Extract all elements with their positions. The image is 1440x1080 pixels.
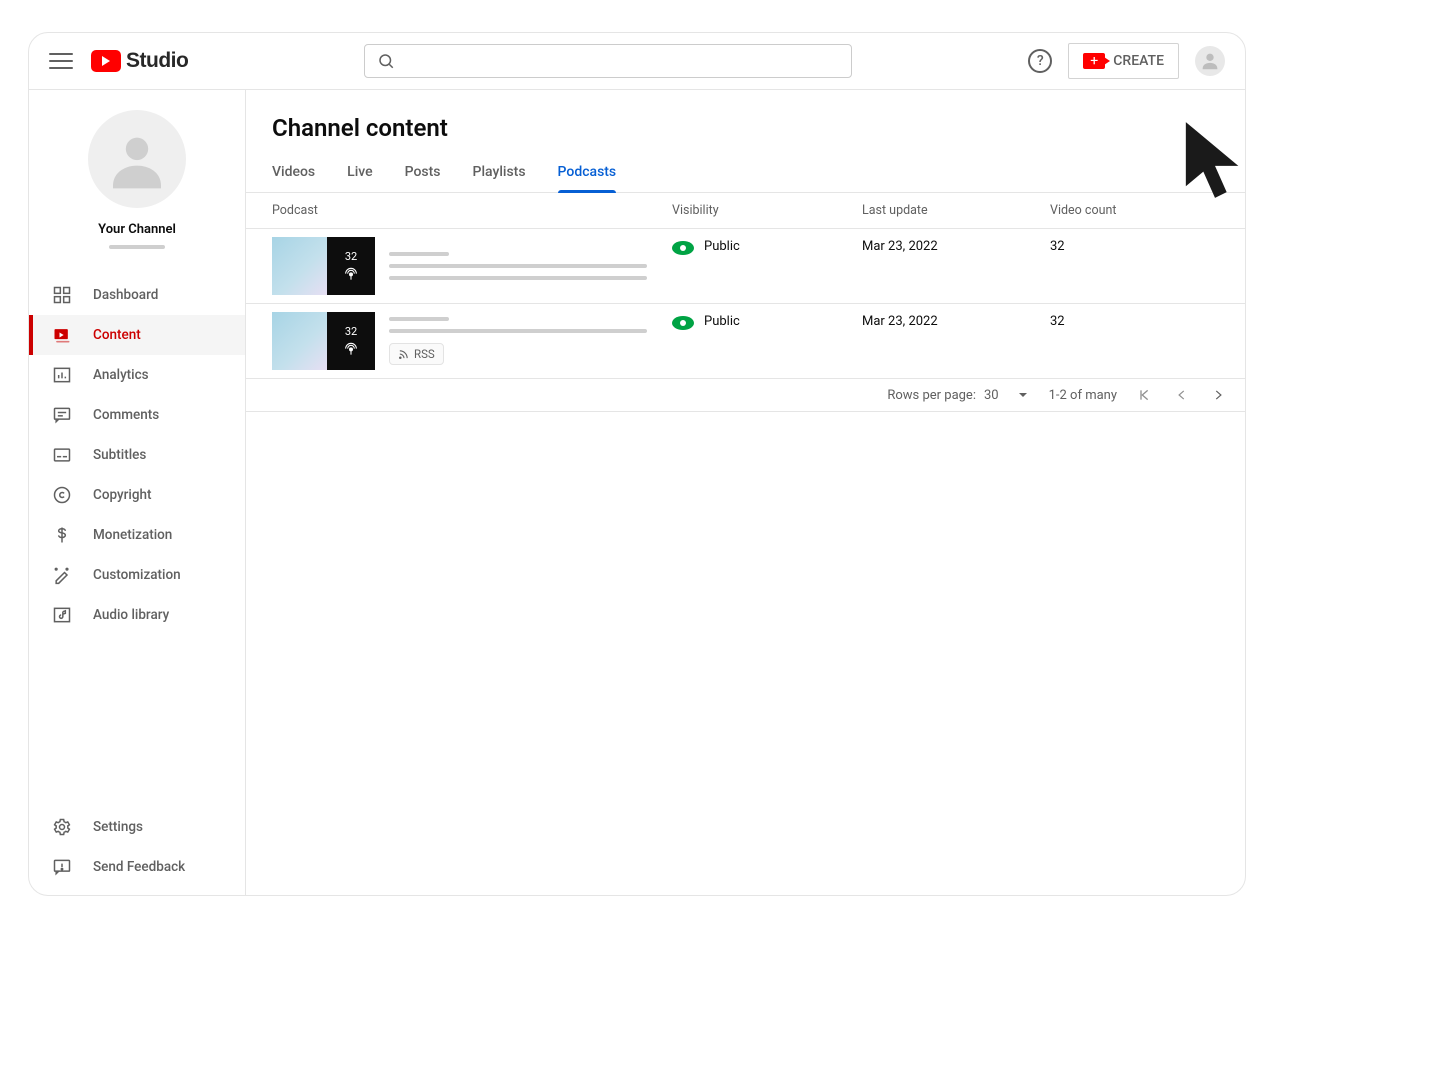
sidebar-item-label: Content [93, 327, 141, 343]
sidebar-item-content[interactable]: Content [29, 315, 245, 355]
column-podcast: Podcast [272, 203, 672, 218]
create-button[interactable]: + CREATE [1068, 43, 1179, 79]
desc-placeholder [389, 276, 647, 280]
studio-logo[interactable]: Studio [91, 49, 188, 73]
title-placeholder [389, 252, 449, 256]
visibility-label: Public [704, 314, 740, 329]
page-title: Channel content [246, 90, 1245, 152]
visibility-public-icon [672, 316, 694, 330]
channel-subtitle-placeholder [109, 245, 165, 249]
customization-icon [51, 564, 73, 586]
sidebar-item-monetization[interactable]: Monetization [29, 515, 245, 555]
table-row[interactable]: 32 RSS [246, 304, 1245, 379]
gear-icon [51, 816, 73, 838]
channel-name: Your Channel [98, 222, 176, 237]
rows-per-page-label: Rows per page: [887, 388, 976, 403]
rows-per-page-select[interactable]: 30 [984, 388, 1029, 403]
sidebar-item-dashboard[interactable]: Dashboard [29, 275, 245, 315]
channel-avatar[interactable] [88, 110, 186, 208]
audio-library-icon [51, 604, 73, 626]
youtube-play-icon [91, 50, 121, 72]
visibility-label: Public [704, 239, 740, 254]
search-box[interactable] [364, 44, 852, 78]
page-first-button[interactable] [1137, 387, 1153, 403]
page-prev-button[interactable] [1175, 388, 1189, 402]
table-row[interactable]: 32 Public Mar 23, 2022 [246, 229, 1245, 304]
brand-word: Studio [126, 49, 188, 73]
feedback-icon [51, 856, 73, 878]
visibility-public-icon [672, 241, 694, 255]
subtitles-icon [51, 444, 73, 466]
desc-placeholder [389, 329, 647, 333]
sidebar-item-copyright[interactable]: Copyright [29, 475, 245, 515]
hamburger-menu[interactable] [49, 49, 73, 73]
sidebar-item-label: Analytics [93, 367, 149, 383]
sidebar-item-comments[interactable]: Comments [29, 395, 245, 435]
video-count-value: 32 [1050, 237, 1219, 295]
tab-posts[interactable]: Posts [405, 152, 441, 192]
tab-playlists[interactable]: Playlists [473, 152, 526, 192]
account-avatar[interactable] [1195, 46, 1225, 76]
sidebar-item-label: Copyright [93, 487, 151, 503]
search-icon [377, 52, 395, 70]
search-input[interactable] [405, 53, 839, 69]
create-camera-icon: + [1083, 53, 1105, 69]
sidebar-item-send-feedback[interactable]: Send Feedback [29, 847, 245, 887]
help-button[interactable]: ? [1028, 49, 1052, 73]
podcast-icon [343, 342, 359, 358]
comments-icon [51, 404, 73, 426]
content-icon [51, 324, 73, 346]
sidebar-item-label: Settings [93, 819, 143, 835]
last-update-value: Mar 23, 2022 [862, 237, 1050, 295]
sidebar-item-audio-library[interactable]: Audio library [29, 595, 245, 635]
sidebar-item-label: Comments [93, 407, 159, 423]
monetization-icon [51, 524, 73, 546]
tab-podcasts[interactable]: Podcasts [558, 152, 617, 192]
column-visibility: Visibility [672, 203, 862, 218]
video-count-value: 32 [1050, 312, 1219, 370]
page-next-button[interactable] [1211, 388, 1225, 402]
sidebar-item-label: Customization [93, 567, 181, 583]
sidebar-item-label: Send Feedback [93, 859, 185, 875]
title-placeholder [389, 317, 449, 321]
sidebar-item-label: Audio library [93, 607, 169, 623]
sidebar-item-subtitles[interactable]: Subtitles [29, 435, 245, 475]
dashboard-icon [51, 284, 73, 306]
tab-live[interactable]: Live [347, 152, 372, 192]
rss-badge: RSS [389, 343, 444, 365]
desc-placeholder [389, 264, 647, 268]
column-video-count: Video count [1050, 203, 1219, 218]
sidebar-item-settings[interactable]: Settings [29, 807, 245, 847]
table-header: Podcast Visibility Last update Video cou… [246, 193, 1245, 229]
sidebar-item-analytics[interactable]: Analytics [29, 355, 245, 395]
episode-count-badge: 32 [345, 250, 357, 263]
podcast-thumbnail[interactable]: 32 [272, 237, 375, 295]
sidebar-item-customization[interactable]: Customization [29, 555, 245, 595]
sidebar-item-label: Subtitles [93, 447, 146, 463]
chevron-down-icon [1017, 389, 1029, 401]
podcast-icon [343, 267, 359, 283]
create-label: CREATE [1113, 53, 1164, 69]
sidebar-item-label: Dashboard [93, 287, 158, 303]
sidebar-item-label: Monetization [93, 527, 172, 543]
column-last-update: Last update [862, 203, 1050, 218]
last-update-value: Mar 23, 2022 [862, 312, 1050, 370]
podcast-thumbnail[interactable]: 32 [272, 312, 375, 370]
analytics-icon [51, 364, 73, 386]
episode-count-badge: 32 [345, 325, 357, 338]
rss-icon [398, 349, 409, 360]
rows-per-page-value: 30 [984, 388, 999, 403]
copyright-icon [51, 484, 73, 506]
tab-videos[interactable]: Videos [272, 152, 315, 192]
pagination-range: 1-2 of many [1049, 388, 1117, 403]
